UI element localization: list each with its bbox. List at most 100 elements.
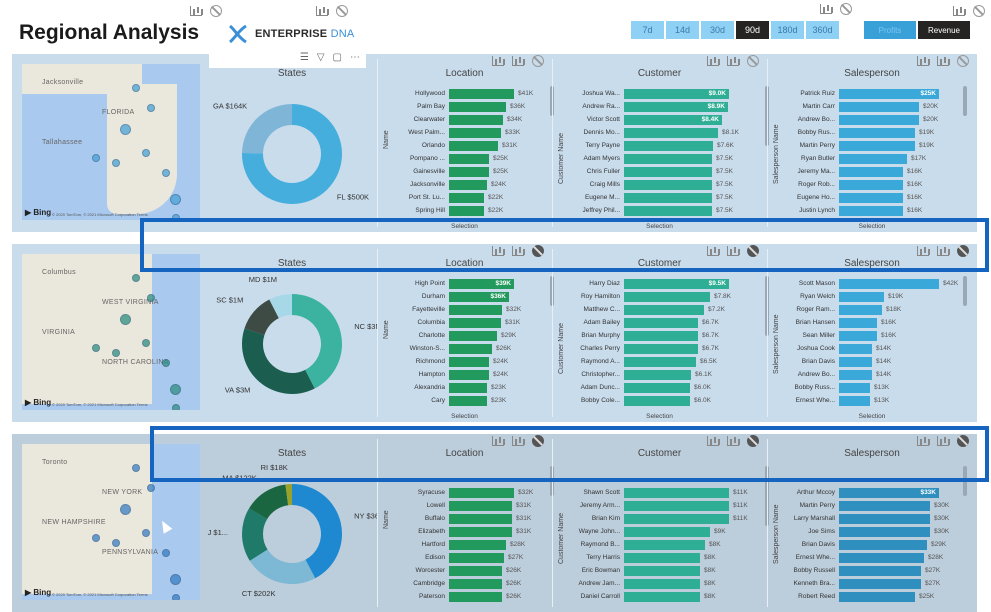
- bar[interactable]: [624, 526, 710, 537]
- bar[interactable]: [839, 127, 915, 138]
- profits-button[interactable]: Profits: [864, 21, 916, 39]
- bar-row[interactable]: Matthew C... $7.2K: [562, 303, 777, 316]
- bar-row[interactable]: Arthur Mccoy $33K: [777, 486, 987, 499]
- bar-row[interactable]: Jeremy Ma... $16K: [777, 165, 987, 178]
- map-bubble[interactable]: [132, 274, 140, 282]
- bar-row[interactable]: Joshua Wa... $9.0K: [562, 87, 777, 100]
- period-14d-button[interactable]: 14d: [666, 21, 699, 39]
- bar-row[interactable]: Clearwater $34K: [387, 113, 562, 126]
- bar[interactable]: [839, 101, 919, 112]
- chart-icon[interactable]: [727, 56, 739, 66]
- bar[interactable]: [624, 153, 712, 164]
- bar-row[interactable]: Eugene Ho... $16K: [777, 191, 987, 204]
- bar[interactable]: [449, 487, 514, 498]
- bar-row[interactable]: Justin Lynch $16K: [777, 204, 987, 217]
- bar[interactable]: [624, 487, 729, 498]
- bar-row[interactable]: Fayetteville $32K: [387, 303, 562, 316]
- bar[interactable]: [624, 552, 700, 563]
- filter-icon[interactable]: ▽: [317, 52, 325, 63]
- bar-row[interactable]: Wayne John... $9K: [562, 525, 777, 538]
- bar[interactable]: $25K: [839, 88, 939, 99]
- bar[interactable]: [624, 317, 698, 328]
- bar[interactable]: $9.5K: [624, 278, 729, 289]
- bar[interactable]: [839, 304, 882, 315]
- bar-row[interactable]: Martin Perry $30K: [777, 499, 987, 512]
- bar-row[interactable]: Dennis Mo... $8.1K: [562, 126, 777, 139]
- period-360d-button[interactable]: 360d: [806, 21, 839, 39]
- bar-row[interactable]: Brian Hansen $16K: [777, 316, 987, 329]
- bar[interactable]: [624, 179, 712, 190]
- bar-row[interactable]: Brian Davis $14K: [777, 355, 987, 368]
- map-bubble[interactable]: [112, 349, 120, 357]
- bar[interactable]: [624, 578, 700, 589]
- bar-row[interactable]: Daniel Carroll $8K: [562, 590, 777, 603]
- bar-row[interactable]: Winston-S... $26K: [387, 342, 562, 355]
- bar[interactable]: [449, 552, 504, 563]
- region-map[interactable]: Jacksonville FLORIDA Tallahassee ▶ Bing © 20…: [22, 64, 200, 220]
- bar-row[interactable]: Joe Sims $30K: [777, 525, 987, 538]
- bar-row[interactable]: Ernest Whe... $13K: [777, 394, 987, 407]
- bar-row[interactable]: Gainesville $25K: [387, 165, 562, 178]
- bar[interactable]: $36K: [449, 291, 509, 302]
- bar[interactable]: [624, 127, 718, 138]
- bar[interactable]: [624, 382, 690, 393]
- chart-icon[interactable]: [512, 56, 524, 66]
- bar[interactable]: [839, 591, 915, 602]
- bar[interactable]: [449, 88, 514, 99]
- bar[interactable]: [449, 317, 501, 328]
- bar-row[interactable]: Pompano ... $25K: [387, 152, 562, 165]
- bar-row[interactable]: Raymond A... $6.5K: [562, 355, 777, 368]
- bar-row[interactable]: Buffalo $31K: [387, 512, 562, 525]
- map-bubble[interactable]: [162, 169, 170, 177]
- bar-row[interactable]: Jeremy Arm... $11K: [562, 499, 777, 512]
- bar-row[interactable]: Raymond B... $8K: [562, 538, 777, 551]
- bar-row[interactable]: Ryan Welch $19K: [777, 290, 987, 303]
- bar-row[interactable]: West Palm... $33K: [387, 126, 562, 139]
- map-bubble[interactable]: [120, 314, 131, 325]
- map-bubble[interactable]: [112, 159, 120, 167]
- drill-icon[interactable]: [316, 6, 328, 16]
- bar-row[interactable]: Richmond $24K: [387, 355, 562, 368]
- map-bubble[interactable]: [170, 574, 181, 585]
- bar[interactable]: [449, 192, 484, 203]
- chart-icon[interactable]: [937, 56, 949, 66]
- no-filter-icon[interactable]: [336, 5, 348, 17]
- drill-icon[interactable]: [190, 6, 202, 16]
- map-bubble[interactable]: [172, 594, 180, 600]
- bar[interactable]: [839, 500, 930, 511]
- bar[interactable]: [449, 500, 512, 511]
- bar[interactable]: [624, 591, 700, 602]
- bar-row[interactable]: Terry Payne $7.6K: [562, 139, 777, 152]
- bar[interactable]: [449, 166, 489, 177]
- bar-row[interactable]: Bobby Russell $27K: [777, 564, 987, 577]
- bar-row[interactable]: Jacksonville $24K: [387, 178, 562, 191]
- bar[interactable]: [839, 140, 915, 151]
- region-map[interactable]: Columbus WEST VIRGINIA VIRGINIA NORTH CAROL…: [22, 254, 200, 410]
- bar-row[interactable]: Victor Scott $8.4K: [562, 113, 777, 126]
- map-bubble[interactable]: [170, 194, 181, 205]
- bar[interactable]: $8.4K: [624, 114, 722, 125]
- bar-row[interactable]: Terry Harris $8K: [562, 551, 777, 564]
- bar[interactable]: [839, 395, 870, 406]
- bar-row[interactable]: Edison $27K: [387, 551, 562, 564]
- bar-row[interactable]: Lowell $31K: [387, 499, 562, 512]
- bar[interactable]: [839, 330, 877, 341]
- bar-row[interactable]: Martin Perry $19K: [777, 139, 987, 152]
- bar[interactable]: [839, 382, 870, 393]
- bar-row[interactable]: Shawn Scott $11K: [562, 486, 777, 499]
- bar[interactable]: [449, 356, 489, 367]
- bar-row[interactable]: Andrew Bo... $20K: [777, 113, 987, 126]
- bar[interactable]: [449, 382, 487, 393]
- revenue-button[interactable]: Revenue: [918, 21, 970, 39]
- bar[interactable]: [449, 304, 502, 315]
- period-30d-button[interactable]: 30d: [701, 21, 734, 39]
- bar-row[interactable]: Adam Dunc... $6.0K: [562, 381, 777, 394]
- bar[interactable]: [624, 192, 712, 203]
- bar[interactable]: $8.9K: [624, 101, 728, 112]
- bar[interactable]: [624, 369, 691, 380]
- no-filter-icon[interactable]: [210, 5, 222, 17]
- bar-row[interactable]: Eugene M... $7.5K: [562, 191, 777, 204]
- bar-row[interactable]: Adam Myers $7.5K: [562, 152, 777, 165]
- bar-row[interactable]: Roger Ram... $18K: [777, 303, 987, 316]
- bar-row[interactable]: Andrew Ra... $8.9K: [562, 100, 777, 113]
